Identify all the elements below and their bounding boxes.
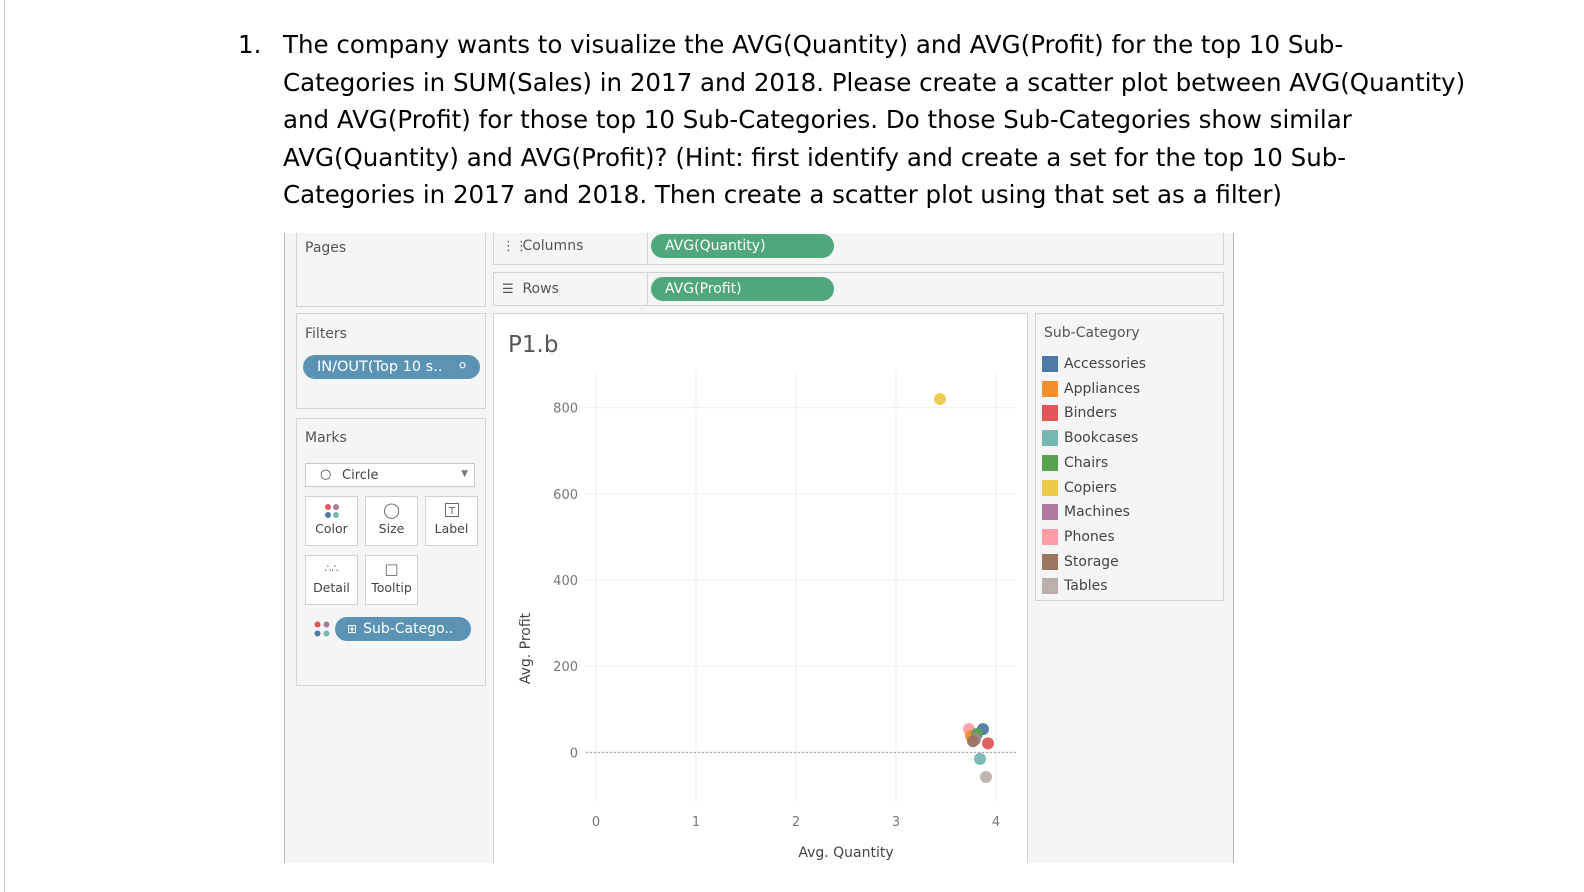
expand-icon: ⊞ xyxy=(347,622,358,636)
sub-category-pill[interactable]: ⊞ Sub-Catego.. xyxy=(335,617,471,641)
filters-title: Filters xyxy=(305,326,347,342)
shelf-divider xyxy=(647,233,648,264)
filters-card[interactable]: Filters IN/OUT(Top 10 s.. ⚪ xyxy=(296,313,486,409)
data-point xyxy=(980,771,992,784)
legend-label: Chairs xyxy=(1064,454,1109,471)
detail-button[interactable]: ∴∴ Detail xyxy=(305,555,358,605)
legend-swatch xyxy=(1042,553,1058,570)
set-icon: ⚪ xyxy=(457,359,468,374)
detail-button-label: Detail xyxy=(313,580,350,595)
x-tick-label: 1 xyxy=(692,815,700,830)
columns-shelf-label: ⋮⋮ Columns xyxy=(502,238,583,254)
size-icon: ◯ xyxy=(383,501,400,519)
data-point xyxy=(974,752,986,765)
x-tick-label: 0 xyxy=(592,815,600,830)
rows-label-text: Rows xyxy=(522,281,559,297)
columns-pill[interactable]: AVG(Quantity) xyxy=(651,234,834,258)
color-encoding-icon xyxy=(313,620,331,642)
data-point xyxy=(982,737,994,750)
rows-shelf-label: ☰ Rows xyxy=(502,281,559,297)
size-button[interactable]: ◯ Size xyxy=(365,496,418,546)
tooltip-icon: □ xyxy=(384,560,399,578)
question-line: Categories in 2017 and 2018. Then create… xyxy=(283,180,1282,209)
tooltip-button[interactable]: □ Tooltip xyxy=(365,555,418,605)
legend-label: Accessories xyxy=(1064,356,1147,372)
legend-label: Tables xyxy=(1064,578,1108,595)
size-button-label: Size xyxy=(378,521,405,536)
legend-label: Copiers xyxy=(1064,479,1117,496)
mark-type-label: Circle xyxy=(342,468,379,483)
mark-type-dropdown[interactable]: ○ Circle ▼ xyxy=(305,463,475,487)
y-tick-label: 400 xyxy=(553,574,578,589)
rows-pill[interactable]: AVG(Profit) xyxy=(651,277,834,301)
x-tick-label: 2 xyxy=(792,815,800,830)
color-icon xyxy=(306,497,357,521)
legend-swatch xyxy=(1042,454,1058,471)
marks-title: Marks xyxy=(305,430,347,446)
legend-swatch xyxy=(1042,430,1058,447)
legend-label: Binders xyxy=(1064,405,1117,422)
legend-swatch xyxy=(1042,578,1058,595)
chart-view[interactable]: P1.b 0 1 2 3 4 0 200 400 600 800 Avg. Quantity Avg.… xyxy=(493,313,1028,863)
pages-title: Pages xyxy=(305,240,347,256)
sub-category-pill-label: Sub-Catego.. xyxy=(363,621,454,637)
legend-label: Machines xyxy=(1064,504,1130,521)
y-tick-label: 600 xyxy=(553,488,578,503)
legend-swatch xyxy=(1042,405,1058,422)
legend-swatch xyxy=(1042,479,1058,496)
detail-icon: ∴∴ xyxy=(324,562,339,575)
sub-category-legend[interactable]: Sub-Category Accessories Appliances Binder… xyxy=(1035,313,1224,601)
label-icon: T xyxy=(426,497,477,521)
y-tick-label: 0 xyxy=(570,746,578,761)
legend-swatch xyxy=(1042,528,1058,545)
color-button-label: Color xyxy=(315,521,348,536)
data-point xyxy=(934,393,946,406)
filter-pill[interactable]: IN/OUT(Top 10 s.. ⚪ xyxy=(303,355,480,379)
question-line: The company wants to visualize the AVG(Q… xyxy=(283,30,1344,59)
marks-card[interactable]: Marks ○ Circle ▼ Color ◯ Size T Label ∴∴… xyxy=(296,418,486,686)
legend-label: Phones xyxy=(1064,528,1115,545)
legend-label: Bookcases xyxy=(1064,430,1139,447)
question-line: AVG(Quantity) and AVG(Profit)? (Hint: fi… xyxy=(283,142,1347,172)
chevron-down-icon: ▼ xyxy=(461,469,468,479)
legend-label: Storage xyxy=(1064,553,1119,570)
scatter-plot[interactable]: 0 1 2 3 4 0 200 400 600 800 Avg. Quantity Avg. Prof… xyxy=(494,314,1027,863)
shelf-divider xyxy=(647,273,648,305)
legend-swatch xyxy=(1042,356,1058,372)
x-tick-label: 4 xyxy=(992,815,1000,830)
label-button-label: Label xyxy=(434,521,469,536)
x-tick-label: 3 xyxy=(892,815,900,830)
svg-text:T: T xyxy=(447,506,455,517)
pages-card[interactable]: Pages xyxy=(296,233,486,307)
columns-shelf[interactable]: ⋮⋮ Columns AVG(Quantity) xyxy=(493,233,1224,265)
circle-icon: ○ xyxy=(320,467,332,482)
tableau-screenshot: Pages ⋮⋮ Columns AVG(Quantity) ☰ Rows AV… xyxy=(284,233,1234,863)
question-line: Categories in SUM(Sales) in 2017 and 201… xyxy=(283,67,1466,97)
rows-icon: ☰ xyxy=(502,282,514,297)
y-axis-label: Avg. Profit xyxy=(518,612,534,684)
filter-pill-label: IN/OUT(Top 10 s.. xyxy=(317,359,443,375)
color-button[interactable]: Color xyxy=(305,496,358,546)
columns-icon: ⋮⋮ xyxy=(502,239,528,254)
columns-label-text: Columns xyxy=(522,238,584,254)
y-tick-label: 200 xyxy=(553,660,578,675)
question-number: 1. xyxy=(238,30,262,59)
tooltip-button-label: Tooltip xyxy=(371,580,412,595)
legend-title: Sub-Category xyxy=(1044,325,1140,341)
data-point xyxy=(967,735,979,748)
legend-swatch xyxy=(1042,380,1058,397)
rows-shelf[interactable]: ☰ Rows AVG(Profit) xyxy=(493,272,1224,306)
question-line: and AVG(Profit) for those top 10 Sub-Cat… xyxy=(283,105,1352,134)
y-tick-label: 800 xyxy=(553,402,578,417)
page-left-border xyxy=(4,0,5,892)
legend-label: Appliances xyxy=(1064,380,1141,397)
legend-swatch xyxy=(1042,504,1058,521)
label-button[interactable]: T Label xyxy=(425,496,478,546)
x-axis-label: Avg. Quantity xyxy=(798,845,893,861)
